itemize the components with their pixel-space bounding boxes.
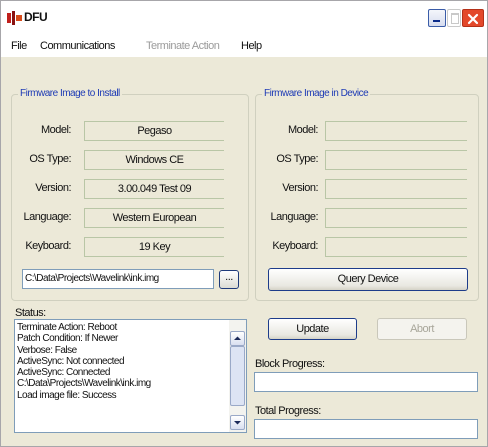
install-os-type-value: Windows CE [84,150,224,170]
maximize-button[interactable] [447,9,461,27]
status-line: Load image file: Success [17,389,117,401]
install-version-value: 3.00.049 Test 09 [84,179,224,199]
status-line: C:\Data\Projects\Wavelink\ink.img [17,378,151,390]
query-device-button[interactable]: Query Device [268,268,468,291]
device-version-label: Version: [282,182,318,194]
scroll-down-button[interactable] [230,415,245,430]
status-line: ActiveSync: Not connected [17,355,125,367]
menu-bar: File Communications Terminate Action Hel… [1,35,487,57]
status-scrollbar[interactable] [229,320,246,432]
close-button[interactable] [462,9,484,27]
install-os-type-label: OS Type: [29,153,71,165]
device-group-title: Firmware Image in Device [262,88,371,99]
status-line: Verbose: False [17,344,77,356]
device-keyboard-label: Keyboard: [272,240,318,252]
device-os-type-value [325,150,467,170]
dfu-app-icon [7,11,23,25]
status-lines: Terminate Action: Reboot Patch Condition:… [17,322,229,401]
menu-file[interactable]: File [11,40,27,52]
device-language-label: Language: [270,211,319,223]
install-version-label: Version: [35,182,71,194]
window-title: DFU [24,10,48,24]
install-group-title: Firmware Image to Install [18,88,122,99]
scroll-thumb[interactable] [230,346,245,406]
device-language-value [325,208,467,228]
minimize-button[interactable] [428,9,446,27]
total-progress-bar [254,419,478,439]
chevron-down-icon [234,421,241,425]
abort-button[interactable]: Abort [377,318,467,340]
status-line: ActiveSync: Connected [17,367,110,379]
install-model-label: Model: [40,124,72,136]
device-keyboard-value [325,237,467,257]
install-keyboard-value: 19 Key [84,237,224,257]
menu-communications[interactable]: Communications [40,40,115,52]
install-language-label: Language: [23,211,72,223]
status-log[interactable]: Terminate Action: Reboot Patch Condition:… [14,319,247,433]
status-line: Terminate Action: Reboot [17,322,117,333]
dfu-window: DFU File Communications Terminate Action… [0,0,488,447]
menu-terminate-action[interactable]: Terminate Action [146,40,220,52]
title-bar: DFU [1,1,487,35]
device-os-type-label: OS Type: [276,153,318,165]
close-icon [467,13,479,25]
install-language-value: Western European [84,208,224,228]
device-model-label: Model: [287,124,319,136]
browse-button[interactable]: ... [219,270,239,289]
device-version-value [325,179,467,199]
install-keyboard-label: Keyboard: [25,240,71,252]
total-progress-label: Total Progress: [255,405,321,417]
update-button[interactable]: Update [268,318,357,340]
chevron-up-icon [234,336,241,340]
image-path-input[interactable]: C:\Data\Projects\Wavelink\ink.img [22,269,214,289]
status-label: Status: [15,307,46,319]
block-progress-label: Block Progress: [255,358,325,370]
scroll-up-button[interactable] [230,331,245,346]
device-model-value [325,121,467,141]
status-line: Patch Condition: If Newer [17,333,118,345]
menu-help[interactable]: Help [241,40,262,52]
block-progress-bar [254,372,478,392]
install-model-value: Pegaso [84,121,224,141]
